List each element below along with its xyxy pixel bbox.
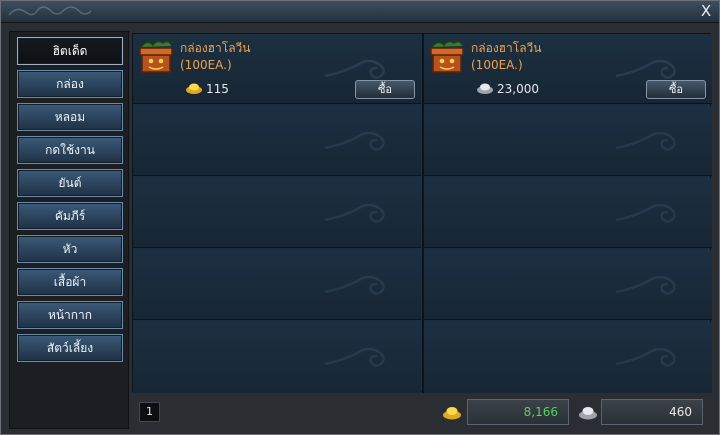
sidebar-item-clothes[interactable]: เสื้อผ้า (17, 268, 123, 296)
swirl-pattern-icon (324, 347, 385, 367)
sidebar-item-hot[interactable]: ฮิตเด็ด (17, 37, 123, 65)
sidebar-item-forge[interactable]: หลอม (17, 103, 123, 131)
item-quantity: (100EA.) (180, 58, 232, 72)
item-price: 23,000 (497, 82, 539, 96)
sidebar-item-scripture[interactable]: คัมภีร์ (17, 202, 123, 230)
swirl-pattern-icon (324, 203, 385, 223)
buy-button[interactable]: ซื้อ (355, 80, 415, 99)
silver-ingot-icon (477, 83, 493, 94)
silver-ingot-icon (579, 407, 597, 420)
swirl-pattern-icon (324, 275, 385, 295)
page-number[interactable]: 1 (139, 402, 160, 422)
sidebar-item-talisman[interactable]: ยันต์ (17, 169, 123, 197)
swirl-pattern-icon (615, 275, 676, 295)
close-button[interactable]: X (697, 2, 715, 21)
swirl-pattern-icon (324, 59, 385, 79)
halloween-box-icon (430, 40, 464, 73)
swirl-pattern-icon (615, 347, 676, 367)
item-name: กล่องฮาโลวีน (180, 41, 251, 55)
category-sidebar: ฮิตเด็ด กล่อง หลอม กดใช้งาน ยันต์ คัมภีร… (9, 31, 129, 429)
empty-slot (133, 178, 421, 248)
item-name: กล่องฮาโลวีน (471, 41, 542, 55)
item-mall-window: X ฮิตเด็ด กล่อง หลอม กดใช้งาน ยันต์ คัมภ… (0, 0, 720, 435)
sidebar-item-mask[interactable]: หน้ากาก (17, 301, 123, 329)
empty-slot (424, 322, 712, 393)
shop-item-card[interactable]: กล่องฮาโลวีน (100EA.) 23,000 ซื้อ (424, 34, 712, 104)
shop-item-card[interactable]: กล่องฮาโลวีน (100EA.) 115 ซื้อ (133, 34, 421, 104)
sidebar-item-head[interactable]: หัว (17, 235, 123, 263)
item-grid: กล่องฮาโลวีน (100EA.) 115 ซื้อ กล่องฮาโล… (132, 33, 712, 393)
empty-slot (424, 250, 712, 320)
gold-ingot-icon (186, 83, 202, 94)
buy-button[interactable]: ซื้อ (646, 80, 706, 99)
sidebar-item-consumable[interactable]: กดใช้งาน (17, 136, 123, 164)
swirl-pattern-icon (615, 203, 676, 223)
item-price: 115 (206, 82, 229, 96)
halloween-box-icon (139, 40, 173, 73)
gold-ingot-icon (443, 407, 461, 420)
swirl-pattern-icon (615, 131, 676, 151)
sidebar-item-pet[interactable]: สัตว์เลี้ยง (17, 334, 123, 362)
empty-slot (133, 250, 421, 320)
empty-slot (133, 322, 421, 393)
item-quantity: (100EA.) (471, 58, 523, 72)
title-bar[interactable]: X (1, 1, 719, 23)
cloud-ornament-icon (8, 6, 92, 16)
swirl-pattern-icon (324, 131, 385, 151)
empty-slot (133, 106, 421, 176)
silver-balance: 460 (601, 399, 703, 425)
empty-slot (424, 106, 712, 176)
empty-slot (424, 178, 712, 248)
gold-balance: 8,166 (467, 399, 569, 425)
sidebar-item-box[interactable]: กล่อง (17, 70, 123, 98)
swirl-pattern-icon (615, 59, 676, 79)
